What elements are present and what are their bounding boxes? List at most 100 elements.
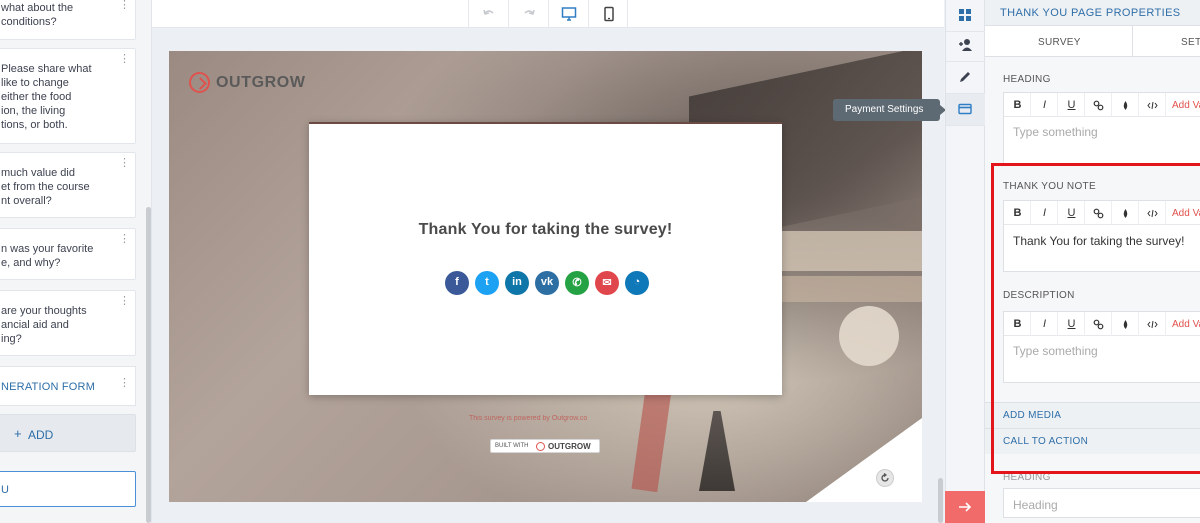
- question-card[interactable]: much value did et from the course nt ove…: [0, 152, 136, 218]
- call-to-action-label: CALL TO ACTION: [1003, 436, 1089, 447]
- code-button[interactable]: [1139, 201, 1166, 225]
- dashboard-button[interactable]: [946, 0, 985, 32]
- add-question-button[interactable]: + ADD: [0, 414, 136, 452]
- code-button[interactable]: [1139, 312, 1166, 336]
- italic-button[interactable]: I: [1031, 93, 1058, 117]
- canvas-scrollbar[interactable]: [938, 478, 943, 523]
- undo-icon: [483, 9, 494, 15]
- background-ribbon: [631, 379, 673, 493]
- vk-share-button[interactable]: vk: [535, 271, 559, 295]
- tab-survey[interactable]: SURVEY: [985, 26, 1133, 57]
- corner-decoration: [806, 418, 922, 502]
- italic-button[interactable]: I: [1031, 312, 1058, 336]
- redo-button[interactable]: [508, 0, 548, 28]
- twitter-icon: t: [485, 276, 489, 288]
- facebook-share-button[interactable]: f: [445, 271, 469, 295]
- twitter-share-button[interactable]: t: [475, 271, 499, 295]
- lead-generation-label: NERATION FORM: [1, 381, 96, 393]
- payment-settings-button[interactable]: [946, 94, 985, 126]
- underline-button[interactable]: U: [1058, 93, 1085, 117]
- tab-settings[interactable]: SETTINGS: [1133, 26, 1200, 57]
- link-button[interactable]: [1085, 312, 1112, 336]
- desktop-view-button[interactable]: [548, 0, 588, 28]
- undo-button[interactable]: [468, 0, 508, 28]
- background-diploma-roll: [839, 306, 899, 366]
- powered-by-text: This survey is powered by Outgrow.co: [469, 415, 588, 422]
- bold-button[interactable]: B: [1004, 93, 1031, 117]
- add-user-icon: [959, 39, 972, 51]
- add-media-section[interactable]: ADD MEDIA: [985, 402, 1200, 428]
- properties-icon-rail: [945, 0, 985, 523]
- built-with-label: BUILT WITH: [495, 443, 529, 449]
- color-button[interactable]: [1112, 201, 1139, 225]
- more-options-icon[interactable]: [119, 157, 125, 169]
- underline-icon: U: [1067, 99, 1076, 111]
- bold-icon: B: [1013, 207, 1022, 219]
- description-placeholder[interactable]: Type something: [1013, 344, 1098, 358]
- desktop-icon: [561, 7, 577, 21]
- question-card[interactable]: Please share what like to change either …: [0, 48, 136, 144]
- thank-you-note-label: THANK YOU NOTE: [1003, 181, 1096, 192]
- question-card[interactable]: n was your favorite e, and why?: [0, 228, 136, 280]
- thank-you-note-editor[interactable]: B I U Add Variable Thank You for taking …: [1003, 200, 1200, 272]
- edit-button[interactable]: [946, 62, 985, 94]
- thank-you-title[interactable]: Thank You for taking the survey!: [309, 221, 782, 239]
- more-options-icon[interactable]: [119, 0, 125, 11]
- underline-button[interactable]: U: [1058, 201, 1085, 225]
- linkedin-share-button[interactable]: in: [505, 271, 529, 295]
- whatsapp-share-button[interactable]: ✆: [565, 271, 589, 295]
- add-media-label: ADD MEDIA: [1003, 410, 1062, 421]
- add-variable-link[interactable]: Add Variable: [1172, 319, 1200, 330]
- cta-heading-label: HEADING: [1003, 472, 1051, 483]
- cta-heading-input[interactable]: Heading: [1003, 488, 1200, 518]
- question-text: n was your favorite e, and why?: [1, 243, 94, 269]
- heading-section-label: HEADING: [1003, 74, 1051, 85]
- bold-icon: B: [1013, 318, 1022, 330]
- mobile-icon: [604, 6, 614, 22]
- add-variable-link[interactable]: Add Variable: [1172, 208, 1200, 219]
- question-text: what about the conditions?: [1, 2, 74, 28]
- color-button[interactable]: [1112, 312, 1139, 336]
- question-card[interactable]: are your thoughts ancial aid and ing?: [0, 290, 136, 356]
- add-user-button[interactable]: [946, 30, 985, 62]
- dashboard-icon: [959, 9, 971, 21]
- heading-editor[interactable]: B I U Add Variable Type something: [1003, 92, 1200, 164]
- tab-settings-label: SETTINGS: [1181, 37, 1200, 48]
- refresh-button[interactable]: [876, 469, 894, 487]
- add-label: ADD: [28, 428, 54, 442]
- italic-button[interactable]: I: [1031, 201, 1058, 225]
- call-to-action-section[interactable]: CALL TO ACTION: [985, 428, 1200, 454]
- description-editor[interactable]: B I U Add Variable Type something: [1003, 311, 1200, 383]
- color-button[interactable]: [1112, 93, 1139, 117]
- redo-icon: [524, 9, 535, 15]
- bold-button[interactable]: B: [1004, 201, 1031, 225]
- properties-tabs: SURVEY SETTINGS: [985, 26, 1200, 57]
- lead-generation-form-item[interactable]: NERATION FORM: [0, 366, 136, 406]
- facebook-icon: f: [455, 276, 459, 288]
- built-with-badge[interactable]: BUILT WITH OUTGROW: [490, 439, 600, 453]
- heading-placeholder[interactable]: Type something: [1013, 125, 1098, 139]
- bold-button[interactable]: B: [1004, 312, 1031, 336]
- more-options-icon[interactable]: [119, 377, 125, 389]
- link-button[interactable]: [1085, 93, 1112, 117]
- more-options-icon[interactable]: [119, 233, 125, 245]
- link-icon: [1093, 100, 1104, 111]
- email-share-button[interactable]: ✉: [595, 271, 619, 295]
- question-card[interactable]: what about the conditions?: [0, 0, 136, 40]
- code-icon: [1147, 101, 1158, 110]
- messenger-share-button[interactable]: ◔: [625, 271, 649, 295]
- link-button[interactable]: [1085, 201, 1112, 225]
- underline-button[interactable]: U: [1058, 312, 1085, 336]
- tooltip-label: Payment Settings: [845, 104, 924, 115]
- more-options-icon[interactable]: [119, 53, 125, 65]
- mobile-view-button[interactable]: [588, 0, 628, 28]
- outgrow-logo-icon: [189, 72, 210, 93]
- code-button[interactable]: [1139, 93, 1166, 117]
- add-variable-link[interactable]: Add Variable: [1172, 100, 1200, 111]
- more-options-icon[interactable]: [119, 295, 125, 307]
- thank-you-page-item[interactable]: U: [0, 471, 136, 507]
- left-scrollbar[interactable]: [146, 207, 151, 523]
- thank-you-note-value[interactable]: Thank You for taking the survey!: [1013, 234, 1184, 248]
- next-button[interactable]: [945, 491, 985, 523]
- underline-icon: U: [1067, 207, 1076, 219]
